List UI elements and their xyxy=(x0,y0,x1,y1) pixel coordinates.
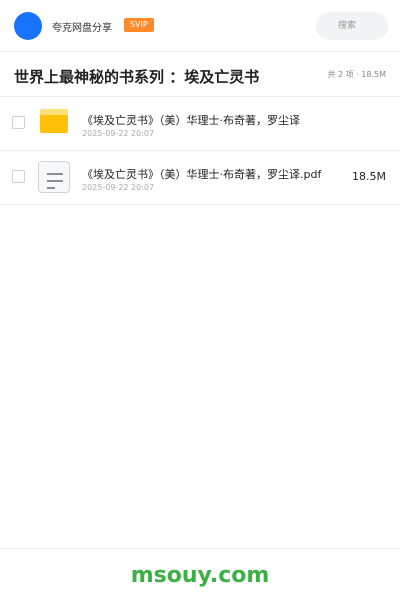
list-item[interactable]: 《埃及亡灵书》（美）华理士·布奇著，罗尘译.pdf 2025-09-22 20:… xyxy=(0,151,400,205)
search-placeholder: 搜索 xyxy=(338,21,357,31)
svip-badge: SVIP xyxy=(124,18,154,32)
file-date: 2025-09-22 20:07 xyxy=(82,129,155,138)
file-size: 18.5M xyxy=(352,170,386,183)
file-name[interactable]: 《埃及亡灵书》（美）华理士·布奇著，罗尘译.pdf xyxy=(82,166,321,182)
folder-summary: 共 2 项 · 18.5M xyxy=(327,70,386,79)
site-watermark: msouy.com xyxy=(130,563,270,588)
file-date: 2025-09-22 20:07 xyxy=(82,183,155,192)
page-title: 世界上最神秘的书系列 ：埃及亡灵书 xyxy=(14,68,260,86)
footer: msouy.com xyxy=(0,548,400,600)
list-item[interactable]: 《埃及亡灵书》（美）华理士·布奇著，罗尘译 2025-09-22 20:07 xyxy=(0,97,400,151)
top-bar: 夸克网盘分享 SVIP 搜索 xyxy=(0,0,400,52)
select-checkbox[interactable] xyxy=(12,116,25,129)
document-icon xyxy=(38,161,70,193)
search-input[interactable]: 搜索 xyxy=(316,12,388,40)
folder-icon xyxy=(40,109,68,133)
select-checkbox[interactable] xyxy=(12,170,25,183)
app-name: 夸克网盘分享 xyxy=(52,23,112,34)
avatar[interactable] xyxy=(14,12,42,40)
folder-title-bar: 世界上最神秘的书系列 ：埃及亡灵书 共 2 项 · 18.5M xyxy=(0,52,400,97)
file-name[interactable]: 《埃及亡灵书》（美）华理士·布奇著，罗尘译 xyxy=(82,112,300,128)
